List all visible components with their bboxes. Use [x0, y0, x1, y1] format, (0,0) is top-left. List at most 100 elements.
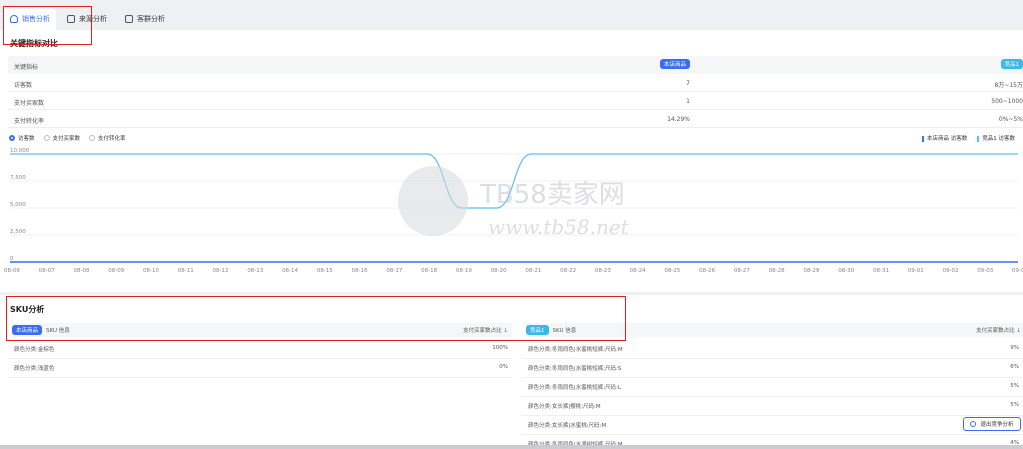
table-row: 支付买家数 1 500~1000	[8, 92, 1023, 110]
x-tick-label: 08-11	[178, 268, 194, 274]
table-row: 颜色分类:女长裤|水蜜桃;尺码:M	[522, 416, 1023, 435]
search-icon	[970, 421, 977, 427]
people-icon	[125, 15, 133, 23]
competitor-value: 8万~15万	[994, 82, 1023, 89]
x-tick-label: 09-03	[977, 268, 993, 274]
header-label: 关键指标	[14, 64, 39, 71]
x-tick-label: 08-14	[282, 268, 298, 274]
radio-label: 支付转化率	[98, 136, 126, 142]
sku-name: 颜色分类:浅蓝色	[14, 366, 55, 372]
legend-item-competitor[interactable]: 竞品1 访客数	[977, 134, 1015, 142]
sku-name: 颜色分类:冬雨同色|水蜜桃短裤;尺码:L	[528, 385, 621, 391]
x-tick-label: 09-01	[908, 268, 924, 274]
sku-value: 5%	[1010, 383, 1019, 389]
x-tick-label: 08-21	[525, 268, 541, 274]
x-tick-label: 08-22	[560, 268, 576, 274]
highlight-box	[3, 6, 92, 45]
y-tick-label: 0	[10, 256, 14, 262]
x-tick-label: 08-18	[421, 268, 437, 274]
x-tick-label: 08-15	[317, 268, 333, 274]
sort-arrow-icon: ↓	[1016, 328, 1021, 334]
sku-value: 100%	[492, 345, 508, 351]
table-row: 颜色分类:女长裤|樱桃;尺码:M 5%	[522, 397, 1023, 416]
x-tick-label: 08-25	[664, 268, 680, 274]
table-row: 访客数 7 8万~15万	[8, 74, 1023, 92]
x-tick-label: 08-10	[143, 268, 159, 274]
table-row: 颜色分类:金棕色 100%	[8, 340, 512, 359]
x-tick-label: 08-26	[699, 268, 715, 274]
table-row: 颜色分类:冬雨同色|水蜜桃短裤;尺码:L 5%	[522, 378, 1023, 397]
self-value: 1	[686, 98, 690, 105]
table-row: 颜色分类:冬雨同色|水蜜桃短裤;尺码:S 6%	[522, 359, 1023, 378]
sku-name: 颜色分类:女长裤|樱桃;尺码:M	[528, 404, 601, 410]
header-label: 支付买家数占比	[976, 328, 1015, 334]
sku-name: 颜色分类:冬雨同色|水蜜桃短裤;尺码:S	[528, 366, 622, 372]
x-tick-label: 08-08	[74, 268, 90, 274]
x-tick-label: 08-20	[491, 268, 507, 274]
exit-competition-analysis-button[interactable]: 退出竞争分析	[963, 417, 1021, 431]
metric-label: 支付转化率	[14, 118, 45, 125]
x-tick-label: 09-02	[942, 268, 958, 274]
radio-label: 支付买家数	[52, 136, 81, 142]
chart-legend: 本店商品 访客数 竞品1 访客数	[922, 134, 1015, 142]
watermark-url: www.tb58.net	[488, 215, 629, 239]
table-row: 颜色分类:浅蓝色 0%	[8, 359, 512, 378]
key-metrics-header: 关键指标 本店商品 竞品1	[8, 56, 1023, 74]
x-tick-label: 08-16	[352, 268, 368, 274]
radio-buyers[interactable]: 支付买家数	[43, 134, 81, 142]
metric-radio-group: 访客数 支付买家数 支付转化率	[9, 134, 126, 142]
sku-name: 颜色分类:金棕色	[14, 347, 55, 353]
legend-label: 竞品1 访客数	[982, 136, 1015, 142]
x-tick-label: 08-09	[108, 268, 124, 274]
table-row: 颜色分类:冬雨同色|水蜜桃短裤;尺码:M 9%	[522, 340, 1023, 359]
y-tick-label: 10,000	[10, 148, 30, 154]
button-label: 退出竞争分析	[980, 422, 1014, 428]
x-tick-label: 08-31	[873, 268, 889, 274]
x-tick-label: 08-30	[838, 268, 854, 274]
x-tick-label: 08-13	[247, 268, 263, 274]
watermark-brand: TB58卖家网	[480, 180, 625, 210]
x-tick-label: 08-19	[456, 268, 472, 274]
radio-visitors[interactable]: 访客数	[9, 134, 35, 142]
table-row: 支付转化率 14.29% 0%~5%	[8, 110, 1023, 128]
competitor-badge: 竞品1	[1000, 59, 1023, 69]
x-tick-label: 08-23	[595, 268, 611, 274]
x-tick-label: 08-07	[39, 268, 55, 274]
self-value: 7	[686, 80, 690, 87]
y-tick-label: 5,000	[10, 202, 26, 208]
watermark: TB58卖家网 www.tb58.net	[398, 162, 638, 252]
self-badge: 本店商品	[659, 59, 690, 69]
tab-bar: 销售分析 来源分析 客群分析	[0, 0, 1023, 30]
x-tick-label: 08-29	[803, 268, 819, 274]
legend-label: 本店商品 访客数	[927, 136, 968, 142]
radio-label: 访客数	[18, 136, 35, 142]
metric-label: 支付买家数	[14, 100, 45, 107]
highlight-box	[6, 296, 626, 341]
metric-label: 访客数	[14, 82, 33, 89]
sku-value: 5%	[1010, 402, 1019, 408]
hand-logo-icon	[398, 166, 468, 236]
tab-customer-analysis[interactable]: 客群分析	[125, 9, 165, 29]
legend-item-self[interactable]: 本店商品 访客数	[922, 134, 967, 142]
competitor-value: 0%~5%	[998, 116, 1023, 123]
sku-value: 0%	[499, 364, 508, 370]
y-tick-label: 7,500	[10, 175, 26, 181]
x-tick-label: 08-17	[386, 268, 402, 274]
sku-value: 6%	[1010, 364, 1019, 370]
sku-name: 颜色分类:女长裤|水蜜桃;尺码:M	[528, 423, 607, 429]
radio-conversion[interactable]: 支付转化率	[89, 134, 126, 142]
x-tick-label: 08-06	[4, 268, 20, 274]
sku-name: 颜色分类:冬雨同色|水蜜桃短裤;尺码:M	[528, 347, 623, 353]
x-tick-label: 08-27	[734, 268, 750, 274]
x-tick-label: 09-04	[1012, 268, 1023, 274]
competitor-value: 500~1000	[991, 98, 1023, 105]
sku-value: 9%	[1010, 345, 1019, 351]
y-tick-label: 2,500	[10, 229, 26, 235]
x-tick-label: 08-12	[213, 268, 229, 274]
x-tick-label: 08-24	[630, 268, 646, 274]
taskbar	[0, 445, 1023, 449]
tab-label: 客群分析	[137, 15, 165, 23]
self-value: 14.29%	[667, 116, 690, 123]
sort-header-buyers-share[interactable]: 支付买家数占比 ↓	[976, 326, 1021, 334]
x-tick-label: 08-28	[769, 268, 785, 274]
